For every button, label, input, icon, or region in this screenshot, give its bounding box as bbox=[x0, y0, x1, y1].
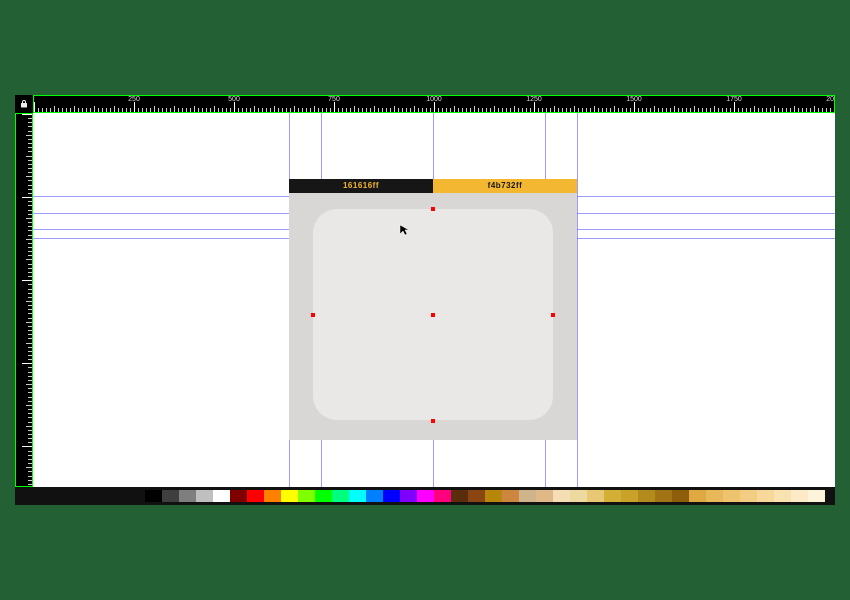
ruler-h-label: 750 bbox=[328, 96, 340, 103]
palette-swatch[interactable] bbox=[468, 490, 485, 502]
palette-swatch[interactable] bbox=[587, 490, 604, 502]
ruler-lock-icon[interactable] bbox=[15, 95, 33, 113]
palette-swatch[interactable] bbox=[706, 490, 723, 502]
palette-swatch[interactable] bbox=[417, 490, 434, 502]
palette-swatch[interactable] bbox=[553, 490, 570, 502]
palette-swatch[interactable] bbox=[451, 490, 468, 502]
palette-swatch[interactable] bbox=[774, 490, 791, 502]
guide-vertical[interactable] bbox=[577, 113, 578, 487]
ruler-h-label: 1250 bbox=[526, 96, 542, 103]
swatch-label[interactable]: 161616ff bbox=[289, 179, 433, 193]
ruler-h-label: 1000 bbox=[426, 96, 442, 103]
palette-swatch[interactable] bbox=[723, 490, 740, 502]
palette-swatch[interactable] bbox=[502, 490, 519, 502]
palette-swatch[interactable] bbox=[689, 490, 706, 502]
palette-swatch[interactable] bbox=[672, 490, 689, 502]
ruler-h-label: 1750 bbox=[726, 96, 742, 103]
canvas[interactable]: 161616fff4b732ff bbox=[33, 113, 835, 487]
palette-swatch[interactable] bbox=[383, 490, 400, 502]
palette-swatch[interactable] bbox=[434, 490, 451, 502]
palette-swatch[interactable] bbox=[213, 490, 230, 502]
ruler-horizontal[interactable]: 250 500 750 1000 1250 1500 1750 2000 bbox=[33, 95, 835, 113]
palette-swatch[interactable] bbox=[315, 490, 332, 502]
palette-swatch[interactable] bbox=[655, 490, 672, 502]
palette-swatch[interactable] bbox=[808, 490, 825, 502]
canvas-viewport[interactable]: 161616fff4b732ff bbox=[33, 113, 835, 487]
palette-swatch[interactable] bbox=[400, 490, 417, 502]
swatch-row: 161616fff4b732ff bbox=[289, 179, 577, 191]
palette-swatch[interactable] bbox=[366, 490, 383, 502]
app-window: 250 500 750 1000 1250 1500 1750 2000 161616fff4… bbox=[15, 95, 835, 505]
palette-swatch[interactable] bbox=[281, 490, 298, 502]
palette-swatch[interactable] bbox=[145, 490, 162, 502]
ruler-h-label: 2000 bbox=[826, 96, 835, 103]
palette-swatch[interactable] bbox=[519, 490, 536, 502]
palette-swatch[interactable] bbox=[621, 490, 638, 502]
swatch-label[interactable]: f4b732ff bbox=[433, 179, 577, 193]
ruler-vertical[interactable] bbox=[15, 113, 33, 487]
palette-swatch[interactable] bbox=[349, 490, 366, 502]
palette-swatch[interactable] bbox=[740, 490, 757, 502]
palette-swatch[interactable] bbox=[179, 490, 196, 502]
ruler-h-label: 250 bbox=[128, 96, 140, 103]
palette-swatch[interactable] bbox=[332, 490, 349, 502]
palette-swatch[interactable] bbox=[485, 490, 502, 502]
palette-swatch[interactable] bbox=[791, 490, 808, 502]
palette-swatch[interactable] bbox=[536, 490, 553, 502]
ruler-h-label: 500 bbox=[228, 96, 240, 103]
palette-swatch[interactable] bbox=[247, 490, 264, 502]
color-palette[interactable] bbox=[145, 490, 825, 502]
palette-swatch[interactable] bbox=[264, 490, 281, 502]
artwork-inner-rect[interactable] bbox=[313, 209, 553, 421]
palette-swatch[interactable] bbox=[638, 490, 655, 502]
palette-swatch[interactable] bbox=[162, 490, 179, 502]
palette-swatch[interactable] bbox=[757, 490, 774, 502]
palette-swatch[interactable] bbox=[196, 490, 213, 502]
palette-swatch[interactable] bbox=[230, 490, 247, 502]
status-bar bbox=[15, 487, 835, 505]
palette-swatch[interactable] bbox=[298, 490, 315, 502]
ruler-h-label: 1500 bbox=[626, 96, 642, 103]
palette-swatch[interactable] bbox=[570, 490, 587, 502]
palette-swatch[interactable] bbox=[604, 490, 621, 502]
